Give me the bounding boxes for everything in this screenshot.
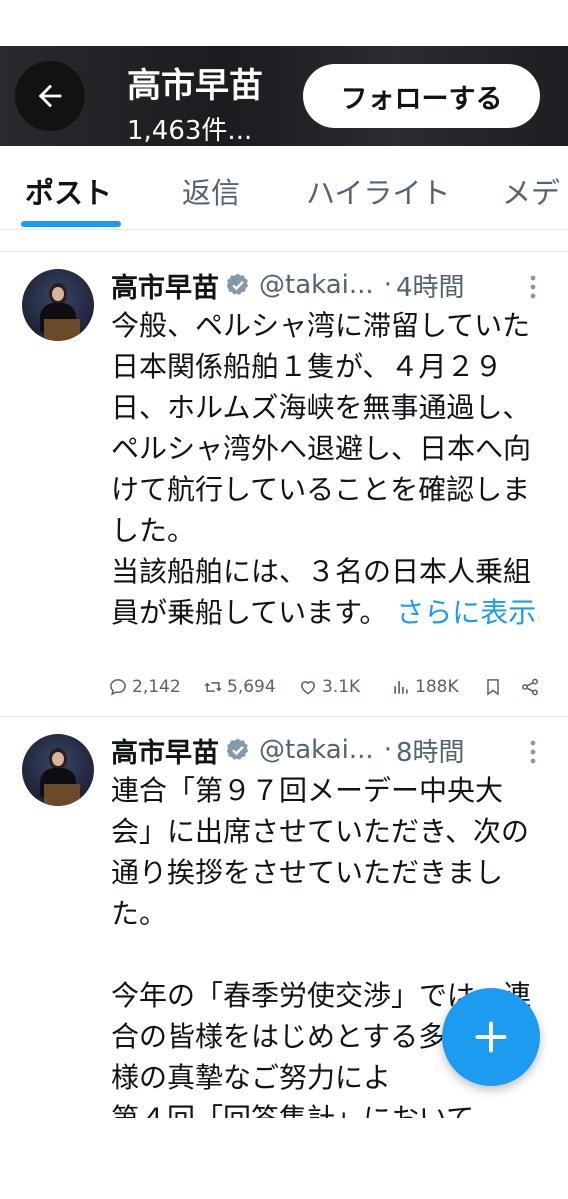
like-button[interactable]: 3.1K bbox=[298, 677, 360, 697]
plus-icon bbox=[475, 1021, 507, 1053]
tweet-time[interactable]: 4時間 bbox=[396, 267, 465, 304]
tweet-author-name[interactable]: 高市早苗 bbox=[111, 731, 219, 770]
share-button[interactable] bbox=[520, 677, 544, 697]
bookmark-icon bbox=[487, 679, 499, 696]
tweet-header: 高市早苗 @takai... · 8時間 bbox=[111, 730, 551, 770]
bookmark-button[interactable] bbox=[483, 677, 507, 697]
tweet-handle[interactable]: @takai... bbox=[259, 270, 374, 300]
avatar[interactable] bbox=[22, 734, 94, 806]
repost-icon bbox=[204, 682, 222, 692]
avatar[interactable] bbox=[22, 269, 94, 341]
tab-media[interactable]: メデ bbox=[502, 170, 560, 212]
tweet-time[interactable]: 8時間 bbox=[396, 732, 465, 769]
views-icon bbox=[394, 681, 408, 694]
more-vertical-icon[interactable] bbox=[524, 738, 542, 766]
like-count: 3.1K bbox=[322, 677, 361, 697]
profile-tabs: ポスト 返信 ハイライト メデ bbox=[0, 146, 568, 230]
show-more-link[interactable]: さらに表示 bbox=[396, 596, 536, 629]
tab-posts[interactable]: ポスト bbox=[25, 170, 112, 212]
profile-name: 高市早苗 bbox=[127, 66, 263, 106]
compose-button[interactable] bbox=[442, 988, 540, 1086]
views-button[interactable]: 188K bbox=[391, 677, 459, 697]
reply-count: 2,142 bbox=[132, 677, 181, 697]
back-button[interactable] bbox=[15, 61, 85, 131]
tweet-actions: 2,142 5,694 3.1K 188K bbox=[108, 677, 548, 703]
tweet[interactable]: 高市早苗 @takai... · 4時間 今般、ペルシャ湾に滞留していた日本関係… bbox=[0, 253, 568, 717]
tweet-body: 今般、ペルシャ湾に滞留していた日本関係船舶１隻が、４月２９日、ホルムズ海峡を無事… bbox=[111, 309, 532, 629]
tweet-handle[interactable]: @takai... bbox=[259, 735, 374, 765]
tweet-text: 今般、ペルシャ湾に滞留していた日本関係船舶１隻が、４月２９日、ホルムズ海峡を無事… bbox=[111, 305, 541, 633]
previous-tweet-actions bbox=[0, 230, 568, 252]
active-tab-indicator bbox=[21, 221, 121, 227]
separator-dot: · bbox=[383, 270, 392, 300]
bottom-area bbox=[0, 1118, 568, 1199]
more-vertical-icon[interactable] bbox=[524, 273, 542, 301]
share-icon bbox=[522, 678, 538, 696]
heart-icon bbox=[300, 681, 316, 695]
tweet-author-name[interactable]: 高市早苗 bbox=[111, 266, 219, 305]
repost-button[interactable]: 5,694 bbox=[203, 677, 276, 697]
repost-count: 5,694 bbox=[227, 677, 276, 697]
tab-highlights[interactable]: ハイライト bbox=[306, 170, 450, 212]
verified-badge-icon bbox=[226, 273, 249, 295]
reply-icon bbox=[110, 679, 126, 696]
post-count: 1,463件... bbox=[127, 116, 253, 144]
view-count: 188K bbox=[415, 677, 459, 697]
tweet-header: 高市早苗 @takai... · 4時間 bbox=[111, 265, 551, 305]
verified-badge-icon bbox=[226, 738, 249, 760]
arrow-left-icon bbox=[38, 84, 62, 108]
separator-dot: · bbox=[383, 735, 392, 765]
tab-replies[interactable]: 返信 bbox=[182, 170, 240, 212]
reply-button[interactable]: 2,142 bbox=[108, 677, 181, 697]
follow-button[interactable]: フォローする bbox=[303, 64, 540, 128]
profile-header: 高市早苗 1,463件... フォローする bbox=[0, 46, 568, 146]
